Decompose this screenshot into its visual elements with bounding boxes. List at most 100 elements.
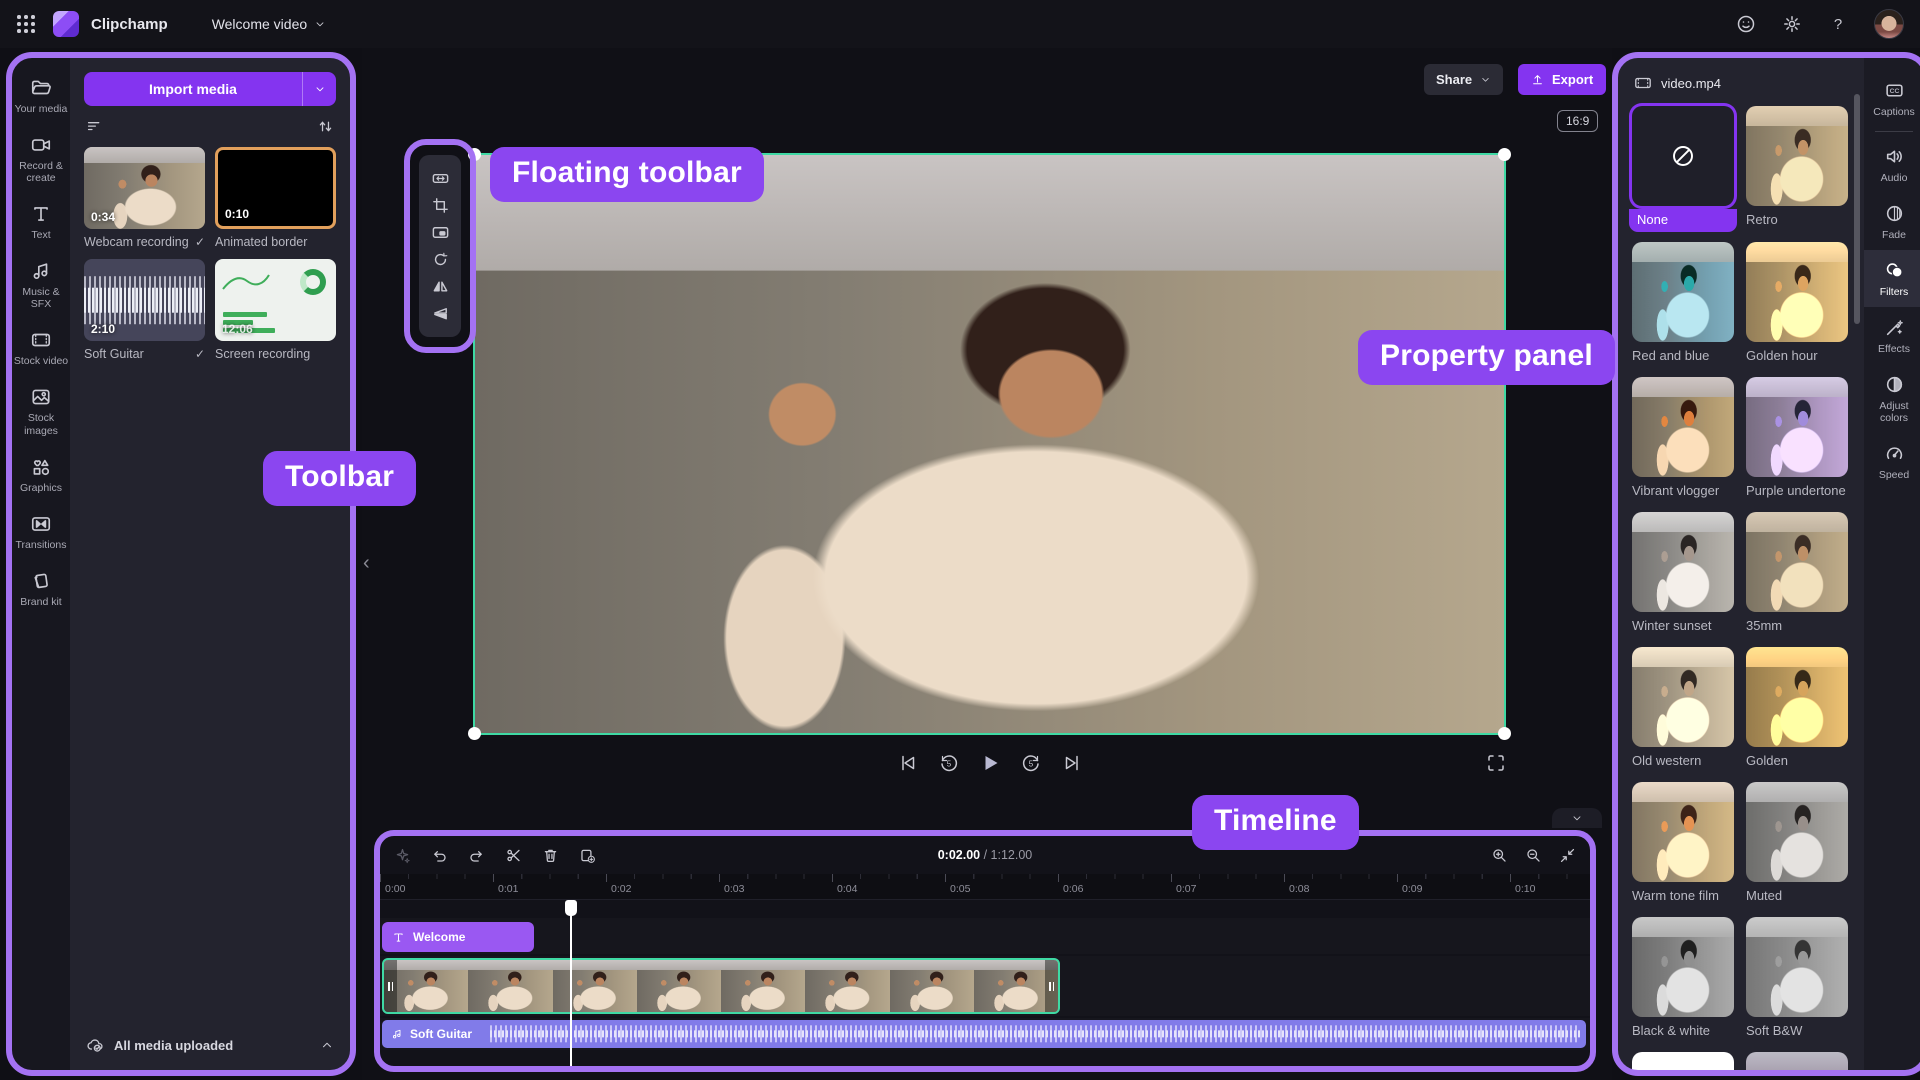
filter-option[interactable]: Muted xyxy=(1746,782,1848,903)
flip-vertical-icon[interactable] xyxy=(431,304,450,323)
duplicate-add-icon[interactable] xyxy=(579,847,596,864)
project-name-menu[interactable]: Welcome video xyxy=(212,16,326,32)
collapse-panel-chevron-left[interactable]: ‹ xyxy=(363,552,370,575)
no-filter-icon xyxy=(1668,141,1698,171)
filter-option[interactable]: Golden hour xyxy=(1746,242,1848,363)
ruler-tick: 0:10 xyxy=(1510,874,1590,899)
sidebar-item-stock-images[interactable]: Stock images xyxy=(12,377,70,446)
sort-icon[interactable] xyxy=(317,118,334,135)
import-media-button[interactable]: Import media xyxy=(84,72,336,106)
user-avatar[interactable] xyxy=(1874,9,1904,39)
filter-icon[interactable] xyxy=(86,118,103,135)
tab-filters[interactable]: Filters xyxy=(1864,250,1920,307)
filter-option[interactable]: Old western xyxy=(1632,647,1734,768)
scrollbar-thumb[interactable] xyxy=(1854,94,1860,324)
zoom-out-icon[interactable] xyxy=(1525,847,1542,864)
filter-option[interactable]: Warm tone film xyxy=(1632,782,1734,903)
rewind-5s-icon[interactable]: 5 xyxy=(938,752,960,774)
trim-handle-left[interactable] xyxy=(384,960,397,1012)
sidebar-item-brand-kit[interactable]: Brand kit xyxy=(12,561,70,618)
undo-icon[interactable] xyxy=(431,847,448,864)
help-icon[interactable]: ? xyxy=(1828,14,1848,34)
filter-label: Warm tone film xyxy=(1632,888,1734,903)
timeline-audio-clip[interactable]: Soft Guitar xyxy=(382,1020,1586,1048)
resize-handle-bottom-right[interactable] xyxy=(1498,727,1511,740)
suggestions-sparkle-icon[interactable] xyxy=(394,847,411,864)
redo-icon[interactable] xyxy=(468,847,485,864)
filter-option[interactable]: Vibrant vlogger xyxy=(1632,377,1734,498)
ruler-tick: 0:04 xyxy=(832,874,945,899)
filter-label: Old western xyxy=(1632,753,1734,768)
settings-gear-icon[interactable] xyxy=(1782,14,1802,34)
filter-option[interactable]: Soft B&W xyxy=(1746,917,1848,1038)
filter-option[interactable]: Winter sunset xyxy=(1632,512,1734,633)
picture-in-picture-icon[interactable] xyxy=(431,223,450,242)
rotate-icon[interactable] xyxy=(431,250,450,269)
forward-5s-icon[interactable]: 5 xyxy=(1020,752,1042,774)
app-launcher-icon[interactable] xyxy=(17,15,35,33)
tab-fade[interactable]: Fade xyxy=(1864,193,1920,250)
selected-clip-name: video.mp4 xyxy=(1661,76,1721,91)
resize-handle-top-left[interactable] xyxy=(468,148,481,161)
sidebar-item-your-media[interactable]: Your media xyxy=(12,68,70,125)
sidebar-item-text[interactable]: Text xyxy=(12,194,70,251)
filter-option[interactable] xyxy=(1632,1052,1734,1072)
tab-speed[interactable]: Speed xyxy=(1864,433,1920,490)
playhead[interactable] xyxy=(570,900,572,1066)
upload-status[interactable]: All media uploaded xyxy=(70,1036,350,1070)
tab-audio[interactable]: Audio xyxy=(1864,136,1920,193)
sidebar-item-record-create[interactable]: Record & create xyxy=(12,125,70,194)
sidebar-item-music-sfx[interactable]: Music & SFX xyxy=(12,251,70,320)
filter-label: Winter sunset xyxy=(1632,618,1734,633)
collapse-timeline-tab[interactable] xyxy=(1552,808,1602,828)
filter-option[interactable]: Purple undertone xyxy=(1746,377,1848,498)
tab-adjust-colors[interactable]: Adjust colors xyxy=(1864,364,1920,433)
cloud-check-icon xyxy=(86,1036,104,1054)
sidebar-item-transitions[interactable]: Transitions xyxy=(12,504,70,561)
crop-icon[interactable] xyxy=(431,196,450,215)
trim-handle-right[interactable] xyxy=(1045,960,1058,1012)
fullscreen-icon[interactable] xyxy=(1486,753,1506,773)
zoom-in-icon[interactable] xyxy=(1491,847,1508,864)
chevron-up-icon[interactable] xyxy=(320,1038,334,1052)
tab-captions[interactable]: CC Captions xyxy=(1864,70,1920,127)
play-button-icon[interactable] xyxy=(979,752,1001,774)
filter-option[interactable] xyxy=(1746,1052,1848,1072)
media-item-webcam-recording[interactable]: 0:34 Webcam recording ✓ xyxy=(84,147,205,249)
sidebar-item-graphics[interactable]: Graphics xyxy=(12,447,70,504)
text-icon xyxy=(30,203,52,225)
fit-to-frame-icon[interactable] xyxy=(431,169,450,188)
filter-option[interactable]: Retro xyxy=(1746,106,1848,228)
share-button[interactable]: Share xyxy=(1424,64,1503,95)
media-item-screen-recording[interactable]: 12:06 Screen recording xyxy=(215,259,336,361)
skip-to-end-icon[interactable] xyxy=(1061,752,1083,774)
flip-horizontal-icon[interactable] xyxy=(431,277,450,296)
ruler-tick: 0:01 xyxy=(493,874,606,899)
filter-label: 35mm xyxy=(1746,618,1848,633)
export-button[interactable]: Export xyxy=(1518,64,1606,95)
split-scissors-icon[interactable] xyxy=(505,847,522,864)
sidebar-item-stock-video[interactable]: Stock video xyxy=(12,320,70,377)
filter-option[interactable]: Golden xyxy=(1746,647,1848,768)
filter-option[interactable]: Red and blue xyxy=(1632,242,1734,363)
media-item-animated-border[interactable]: 0:10 Animated border xyxy=(215,147,336,249)
media-item-soft-guitar[interactable]: 2:10 Soft Guitar ✓ xyxy=(84,259,205,361)
ruler-tick: 0:00 xyxy=(380,874,493,899)
filter-option[interactable]: Black & white xyxy=(1632,917,1734,1038)
timeline-video-clip[interactable] xyxy=(382,958,1060,1014)
filter-option[interactable]: None xyxy=(1632,106,1734,228)
skip-to-start-icon[interactable] xyxy=(897,752,919,774)
filter-label: Golden hour xyxy=(1746,348,1848,363)
resize-handle-bottom-left[interactable] xyxy=(468,727,481,740)
filter-option[interactable]: 35mm xyxy=(1746,512,1848,633)
zoom-to-fit-icon[interactable] xyxy=(1559,847,1576,864)
import-media-dropdown[interactable] xyxy=(302,72,336,106)
resize-handle-top-right[interactable] xyxy=(1498,148,1511,161)
delete-trash-icon[interactable] xyxy=(542,847,559,864)
filter-label: Red and blue xyxy=(1632,348,1734,363)
feedback-smiley-icon[interactable] xyxy=(1736,14,1756,34)
timeline-ruler[interactable]: 0:000:010:020:030:040:050:060:070:080:09… xyxy=(380,874,1590,900)
video-preview-canvas[interactable] xyxy=(473,153,1506,735)
timeline-text-clip[interactable]: Welcome xyxy=(382,922,534,952)
tab-effects[interactable]: Effects xyxy=(1864,307,1920,364)
